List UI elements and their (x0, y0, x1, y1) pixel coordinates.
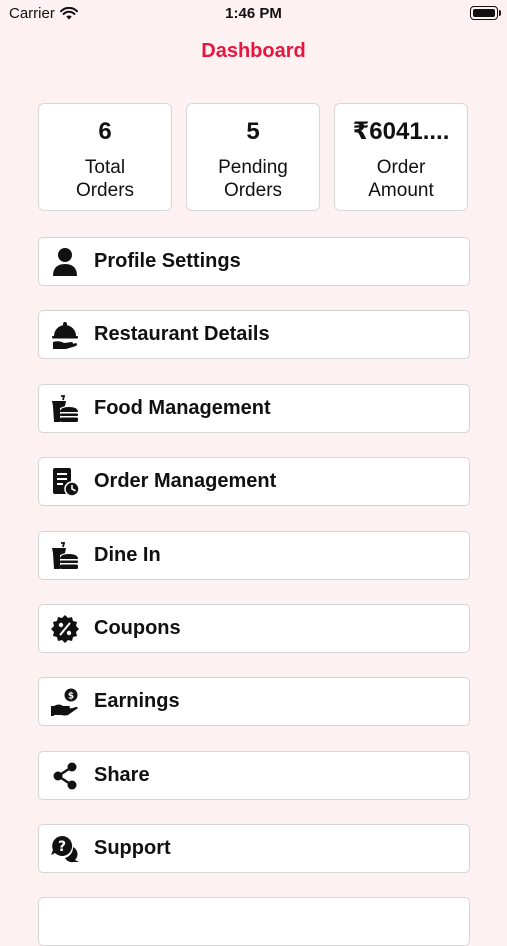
menu-item-share[interactable]: Share (38, 751, 470, 800)
menu-item-label: Profile Settings (94, 250, 241, 272)
menu-item-restaurant-details[interactable]: Restaurant Details (38, 310, 470, 359)
burger-drink-icon (50, 541, 80, 571)
menu-item-coupons[interactable]: Coupons (38, 604, 470, 653)
stat-label-line: Order (376, 157, 426, 178)
person-icon (50, 247, 80, 277)
stat-label: Pending Orders (187, 156, 319, 202)
stat-label: Order Amount (335, 156, 467, 202)
pending-orders-card[interactable]: 5 Pending Orders (186, 103, 320, 211)
money-hand-icon: $ (50, 687, 80, 717)
stat-label: Total Orders (39, 156, 171, 202)
cloche-icon (50, 320, 80, 350)
menu-item-food-management[interactable]: Food Management (38, 384, 470, 433)
menu-item-label: Dine In (94, 544, 161, 566)
coupon-percent-icon (50, 614, 80, 644)
menu-item-label: Earnings (94, 690, 180, 712)
order-clock-icon (50, 467, 80, 497)
status-bar: Carrier 1:46 PM (0, 0, 507, 28)
burger-drink-icon (50, 394, 80, 424)
page-title: Dashboard (201, 40, 306, 62)
menu-item-support[interactable]: ? Support (38, 824, 470, 873)
stat-label-line: Orders (223, 180, 283, 201)
stats-row: 6 Total Orders 5 Pending Orders ₹6041...… (38, 103, 470, 213)
svg-text:$: $ (68, 691, 74, 701)
svg-text:?: ? (58, 839, 66, 855)
menu-item-label: Share (94, 764, 150, 786)
menu-item-order-management[interactable]: Order Management (38, 457, 470, 506)
menu-item-dine-in[interactable]: Dine In (38, 531, 470, 580)
stat-value: ₹6041.... (352, 118, 450, 145)
menu-item-label: Support (94, 837, 171, 859)
stat-value: 6 (98, 118, 112, 145)
menu-item-partial[interactable] (38, 897, 470, 946)
stat-label-line: Orders (75, 180, 135, 201)
menu-item-label: Order Management (94, 470, 277, 492)
total-orders-card[interactable]: 6 Total Orders (38, 103, 172, 211)
clock: 1:46 PM (225, 5, 282, 22)
menu-item-label: Food Management (94, 397, 271, 419)
order-amount-card[interactable]: ₹6041.... Order Amount (334, 103, 468, 211)
stat-label-line: Amount (368, 180, 434, 201)
share-icon (50, 761, 80, 791)
stat-value: 5 (246, 118, 260, 145)
stat-label-line: Total (84, 157, 126, 178)
battery-icon (470, 6, 501, 20)
support-chat-icon: ? (50, 834, 80, 864)
menu-item-profile-settings[interactable]: Profile Settings (38, 237, 470, 286)
menu-item-label: Coupons (94, 617, 181, 639)
menu-item-label: Restaurant Details (94, 323, 270, 345)
menu-item-earnings[interactable]: $ Earnings (38, 677, 470, 726)
stat-label-line: Pending (218, 157, 288, 178)
